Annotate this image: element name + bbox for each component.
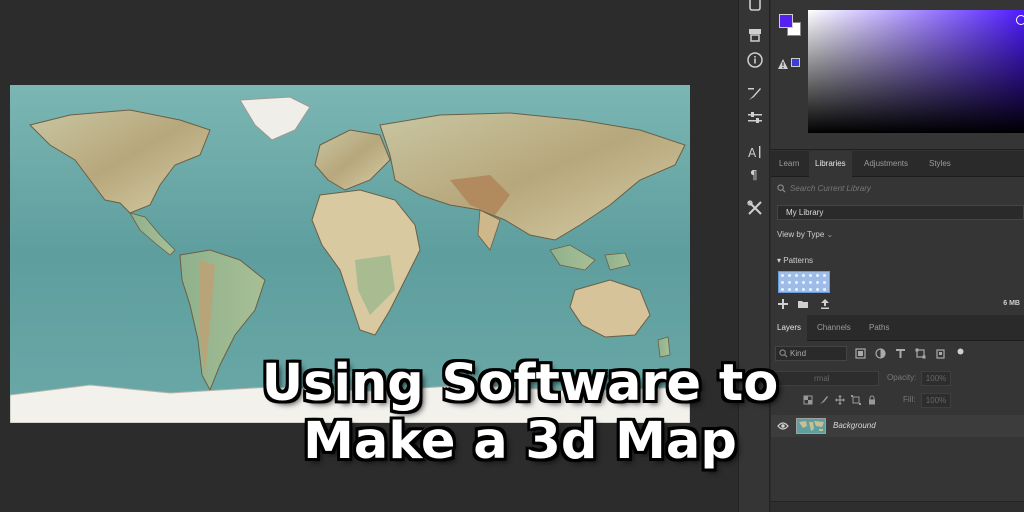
library-dropdown[interactable]: My Library xyxy=(777,205,1024,220)
pixel-filter-icon[interactable] xyxy=(855,348,866,359)
opacity-label: Opacity: xyxy=(887,373,917,382)
tab-learn[interactable]: Learn xyxy=(773,151,805,177)
tools-icon[interactable] xyxy=(745,198,765,218)
library-size: 6 MB xyxy=(1003,300,1020,307)
character-icon[interactable]: A xyxy=(745,142,765,162)
svg-text:A: A xyxy=(748,146,757,160)
layers-footer xyxy=(771,501,1024,512)
gamut-color-chip[interactable] xyxy=(791,58,800,67)
upload-icon[interactable] xyxy=(819,298,831,310)
adjustment-filter-icon[interactable] xyxy=(875,348,886,359)
library-search-input[interactable]: Search Current Library xyxy=(777,183,1017,197)
foreground-color-swatch[interactable] xyxy=(779,14,793,28)
lock-all-icon[interactable] xyxy=(867,395,877,405)
gamut-warning-icon xyxy=(778,59,788,69)
tab-channels[interactable]: Channels xyxy=(811,315,857,341)
tab-adjustments[interactable]: Adjustments xyxy=(858,151,914,177)
fill-label: Fill: xyxy=(903,395,916,404)
patterns-section-header[interactable]: ▾ Patterns xyxy=(777,256,813,265)
sliders-icon[interactable] xyxy=(745,108,765,128)
bottom-panel-tabbar: Layers Channels Paths xyxy=(771,315,1024,341)
lock-artboard-icon[interactable] xyxy=(851,395,861,405)
smart-object-filter-icon[interactable] xyxy=(935,348,946,359)
brush-settings-icon[interactable] xyxy=(745,84,765,104)
chevron-down-icon: ⌄ xyxy=(826,230,834,239)
paragraph-icon[interactable]: ¶ xyxy=(745,164,765,184)
add-icon[interactable] xyxy=(777,298,789,310)
shape-filter-icon[interactable] xyxy=(915,348,926,359)
view-by-label: View by Type xyxy=(777,230,825,239)
saturation-brightness-field[interactable] xyxy=(808,10,1024,133)
tab-paths[interactable]: Paths xyxy=(863,315,895,341)
search-icon xyxy=(777,184,786,193)
svg-text:¶: ¶ xyxy=(750,168,758,182)
library-actions: 6 MB xyxy=(777,298,1024,312)
patterns-label: Patterns xyxy=(783,256,814,265)
tab-libraries[interactable]: Libraries xyxy=(809,151,852,177)
search-placeholder: Search Current Library xyxy=(790,184,871,193)
libraries-panel: Search Current Library My Library View b… xyxy=(771,177,1024,315)
folder-icon[interactable] xyxy=(797,298,809,310)
color-panel xyxy=(771,0,1024,150)
caption-line-2: Make a 3d Map xyxy=(303,412,737,471)
headline-caption: Using Software to Make a 3d Map xyxy=(190,355,850,471)
fill-input[interactable]: 100% xyxy=(921,393,951,408)
phone-icon[interactable] xyxy=(745,0,765,14)
disclosure-triangle-icon: ▾ xyxy=(777,256,782,265)
view-by-dropdown[interactable]: View by Type ⌄ xyxy=(777,230,833,239)
tab-styles[interactable]: Styles xyxy=(923,151,957,177)
stamp-icon[interactable] xyxy=(745,25,765,45)
tab-layers[interactable]: Layers xyxy=(771,315,808,341)
info-icon[interactable] xyxy=(745,50,765,70)
caption-line-1: Using Software to xyxy=(261,354,779,413)
color-picker-ring[interactable] xyxy=(1016,15,1024,25)
type-filter-icon[interactable] xyxy=(895,348,906,359)
pattern-thumbnail[interactable] xyxy=(778,271,830,293)
filter-toggle-icon[interactable] xyxy=(955,346,966,357)
top-panel-tabbar: Learn Libraries Adjustments Styles xyxy=(771,151,1024,177)
opacity-input[interactable]: 100% xyxy=(921,371,951,386)
